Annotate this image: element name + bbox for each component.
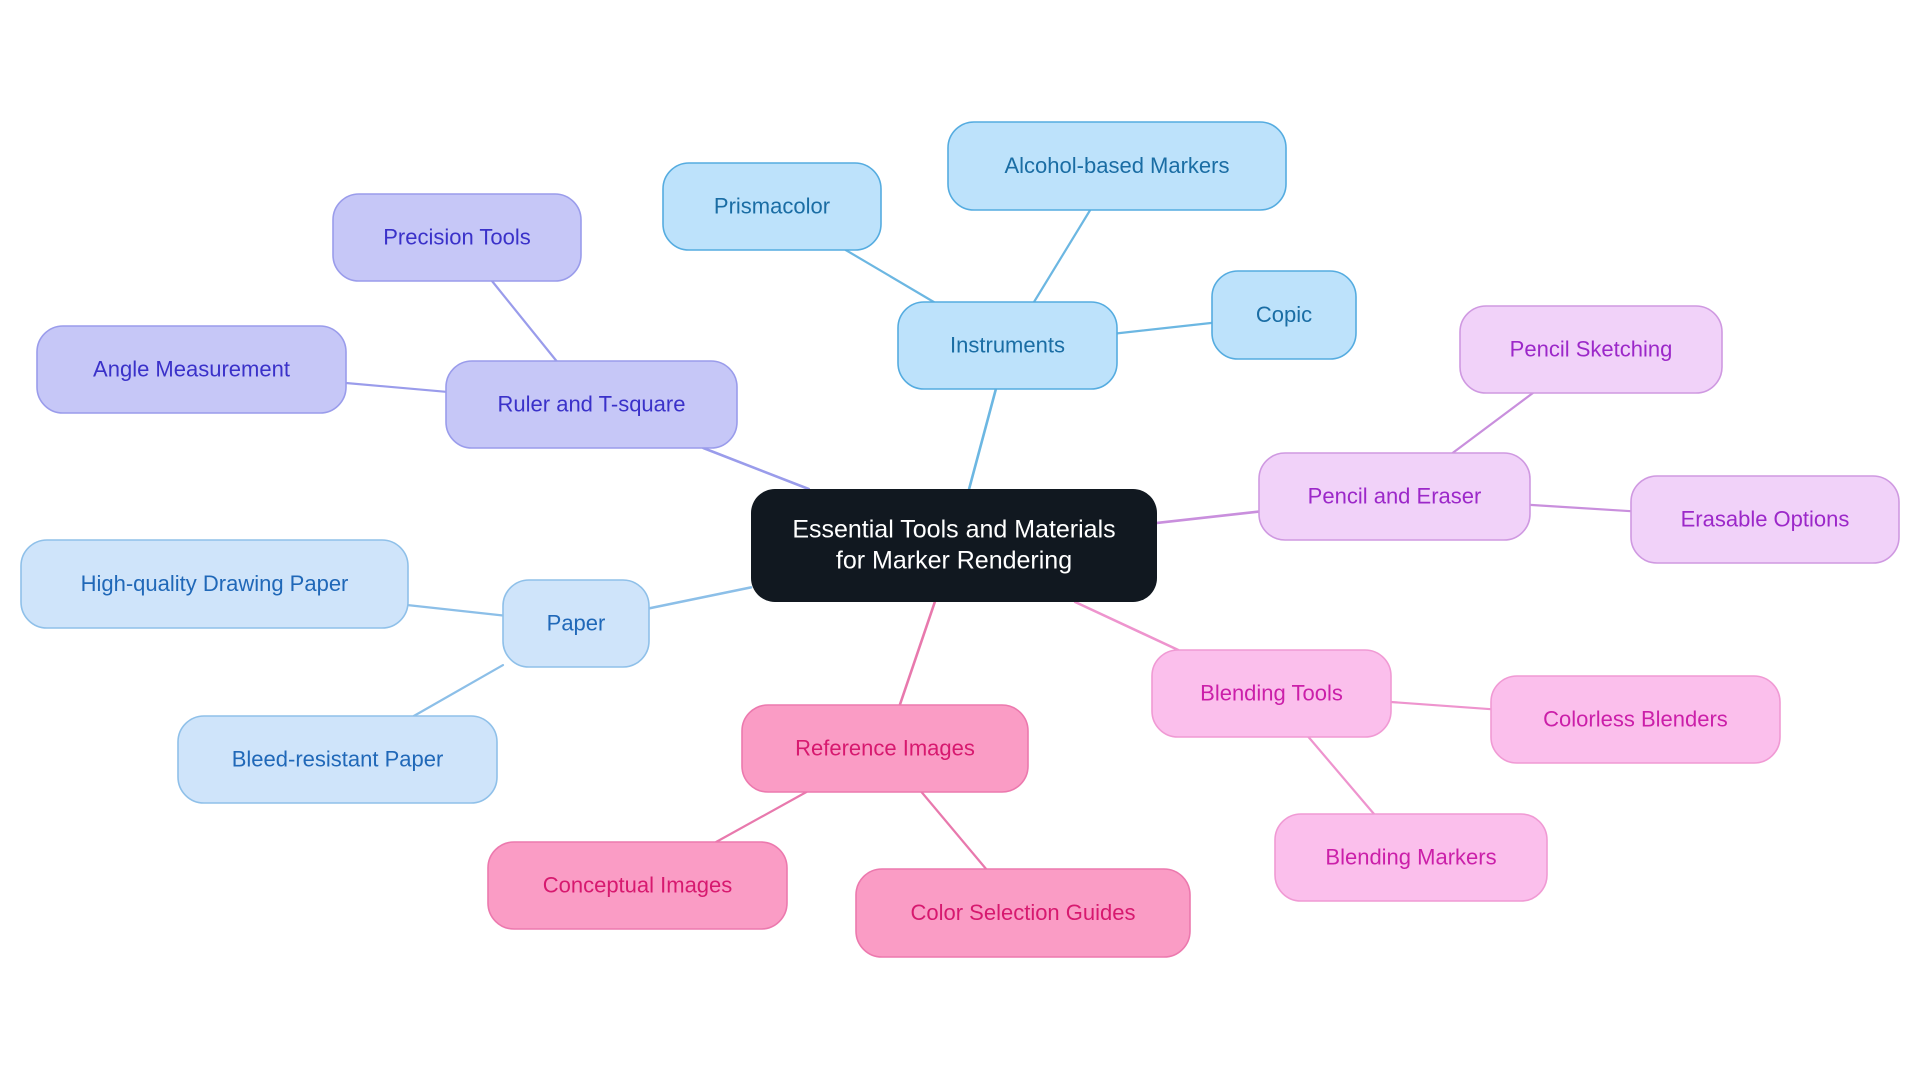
leaf-node-copic[interactable]: Copic [1211, 270, 1357, 360]
mindmap-edge [647, 586, 753, 610]
mindmap-edge [967, 387, 998, 491]
mindmap-edge [1115, 321, 1214, 335]
mindmap-edge [1451, 391, 1534, 455]
mindmap-edge [406, 604, 505, 617]
node-label: Conceptual Images [543, 872, 733, 897]
node-label: Alcohol-based Markers [1005, 153, 1230, 178]
mindmap-edge [1307, 735, 1376, 816]
node-layer: Essential Tools and Materials for Marker … [20, 121, 1900, 958]
mindmap-edge [344, 381, 448, 393]
mindmap-edge [490, 279, 558, 363]
leaf-node-precision-tools[interactable]: Precision Tools [332, 193, 582, 282]
mindmap-edge [844, 248, 935, 304]
leaf-node-prismacolor[interactable]: Prismacolor [662, 162, 882, 251]
leaf-node-blending-markers[interactable]: Blending Markers [1274, 813, 1548, 902]
mindmap-edge [702, 446, 810, 491]
mindmap-edge [715, 790, 808, 844]
node-label: Ruler and T-square [498, 391, 686, 416]
branch-node-pencil-and-eraser[interactable]: Pencil and Eraser [1258, 452, 1531, 541]
mindmap-edge [412, 664, 505, 718]
mindmap-canvas: Essential Tools and Materials for Marker … [0, 0, 1920, 1083]
node-label: Colorless Blenders [1543, 706, 1728, 731]
leaf-node-pencil-sketching[interactable]: Pencil Sketching [1459, 305, 1723, 394]
node-label: Blending Tools [1200, 680, 1343, 705]
leaf-node-colorless-blenders[interactable]: Colorless Blenders [1490, 675, 1781, 764]
node-label: Prismacolor [714, 193, 830, 218]
leaf-node-alcohol-based-markers[interactable]: Alcohol-based Markers [947, 121, 1287, 211]
node-label: High-quality Drawing Paper [81, 571, 349, 596]
branch-node-blending-tools[interactable]: Blending Tools [1151, 649, 1392, 738]
mindmap-edge [1528, 503, 1633, 513]
node-label: Precision Tools [383, 224, 531, 249]
mindmap-edge [1389, 700, 1493, 711]
mindmap-edge [1073, 600, 1180, 652]
node-label: Paper [547, 610, 606, 635]
leaf-node-color-selection-guides[interactable]: Color Selection Guides [855, 868, 1191, 958]
node-label: Color Selection Guides [910, 900, 1135, 925]
node-label: Pencil and Eraser [1308, 483, 1482, 508]
node-label: Copic [1256, 302, 1312, 327]
leaf-node-bleed-resistant-paper[interactable]: Bleed-resistant Paper [177, 715, 498, 804]
leaf-node-high-quality-drawing-paper[interactable]: High-quality Drawing Paper [20, 539, 409, 629]
node-label: Reference Images [795, 735, 975, 760]
mindmap-edge [898, 600, 937, 707]
node-label: Bleed-resistant Paper [232, 746, 444, 771]
mindmap-edge [920, 790, 988, 871]
branch-node-ruler-and-t-square[interactable]: Ruler and T-square [445, 360, 738, 449]
node-label: Pencil Sketching [1510, 336, 1673, 361]
branch-node-paper[interactable]: Paper [502, 579, 650, 668]
leaf-node-conceptual-images[interactable]: Conceptual Images [487, 841, 788, 930]
mindmap-svg: Essential Tools and Materials for Marker … [20, 121, 1900, 958]
leaf-node-angle-measurement[interactable]: Angle Measurement [36, 325, 347, 414]
mindmap-edge [1155, 510, 1261, 525]
node-label: Angle Measurement [93, 356, 290, 381]
branch-node-instruments[interactable]: Instruments [897, 301, 1118, 390]
leaf-node-erasable-options[interactable]: Erasable Options [1630, 475, 1900, 564]
node-label: Blending Markers [1325, 844, 1496, 869]
root-node[interactable]: Essential Tools and Materials for Marker … [751, 489, 1157, 602]
node-label: Instruments [950, 332, 1065, 357]
mindmap-edge [1032, 208, 1092, 304]
branch-node-reference-images[interactable]: Reference Images [741, 704, 1029, 793]
node-label: Erasable Options [1681, 506, 1850, 531]
